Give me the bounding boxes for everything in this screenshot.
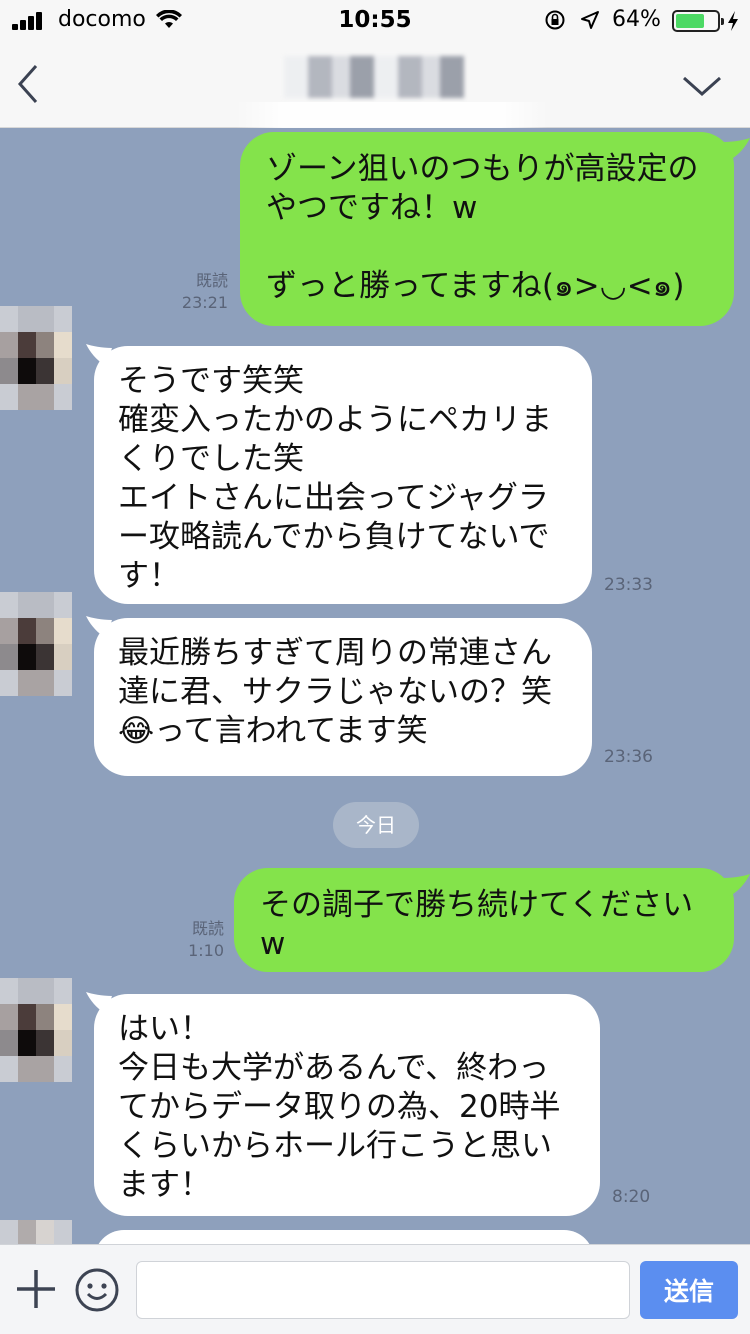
avatar[interactable]	[0, 978, 72, 1082]
message-time: 8:20	[612, 1187, 651, 1207]
message-bubble-partial[interactable]	[94, 1230, 594, 1244]
message-bubble[interactable]: そうです笑笑 確変入ったかのようにペカリま くりでした笑 エイトさんに出会ってジ…	[94, 346, 592, 604]
message-time: 23:33	[604, 575, 653, 595]
message-text-input[interactable]	[136, 1261, 630, 1319]
read-receipt: 既読	[195, 271, 228, 290]
read-receipt: 既読	[191, 919, 224, 938]
message-bubble[interactable]: ゾーン狙いのつもりが高設定の やつですね！w ずっと勝ってますね(๑>◡<๑)	[240, 132, 734, 326]
emoji-icon[interactable]	[74, 1267, 120, 1313]
date-separator: 今日	[333, 802, 419, 848]
message-time: 1:10	[188, 941, 224, 960]
bubble-tail	[724, 874, 750, 896]
battery-percent: 64%	[612, 7, 661, 32]
message-bubble[interactable]: はい！ 今日も大学があるんで、終わっ てからデータ取りの為、20時半 くらいから…	[94, 994, 600, 1216]
chevron-down-icon[interactable]	[680, 72, 724, 100]
avatar[interactable]	[0, 306, 72, 410]
message-time: 23:21	[181, 293, 228, 312]
send-button[interactable]: 送信	[640, 1261, 738, 1319]
avatar[interactable]	[0, 1220, 72, 1244]
rotation-lock-icon	[545, 10, 565, 30]
wifi-icon	[156, 10, 182, 28]
message-input-bar: 送信	[0, 1244, 750, 1334]
avatar[interactable]	[0, 592, 72, 696]
location-arrow-icon	[581, 11, 599, 29]
message-bubble[interactable]: 最近勝ちすぎて周りの常連さん 達に君、サクラじゃないの？笑 😂って言われてます笑	[94, 618, 592, 776]
chat-area[interactable]: ゾーン狙いのつもりが高設定の やつですね！w ずっと勝ってますね(๑>◡<๑) …	[0, 128, 750, 1244]
chat-header	[0, 42, 750, 128]
contact-name-blurred-overlay	[236, 102, 548, 128]
back-chevron-icon[interactable]	[12, 60, 46, 108]
charging-bolt-icon	[728, 11, 738, 31]
carrier-name: docomo	[58, 7, 146, 32]
status-bar: docomo 10:55 64%	[0, 0, 750, 42]
message-bubble[interactable]: その調子で勝ち続けてください w	[234, 868, 734, 972]
signal-icon	[12, 12, 48, 30]
plus-icon[interactable]	[14, 1267, 58, 1311]
battery-icon	[672, 10, 724, 32]
message-time: 23:36	[604, 747, 653, 767]
bubble-tail	[724, 138, 750, 160]
contact-name-blurred	[284, 56, 464, 98]
